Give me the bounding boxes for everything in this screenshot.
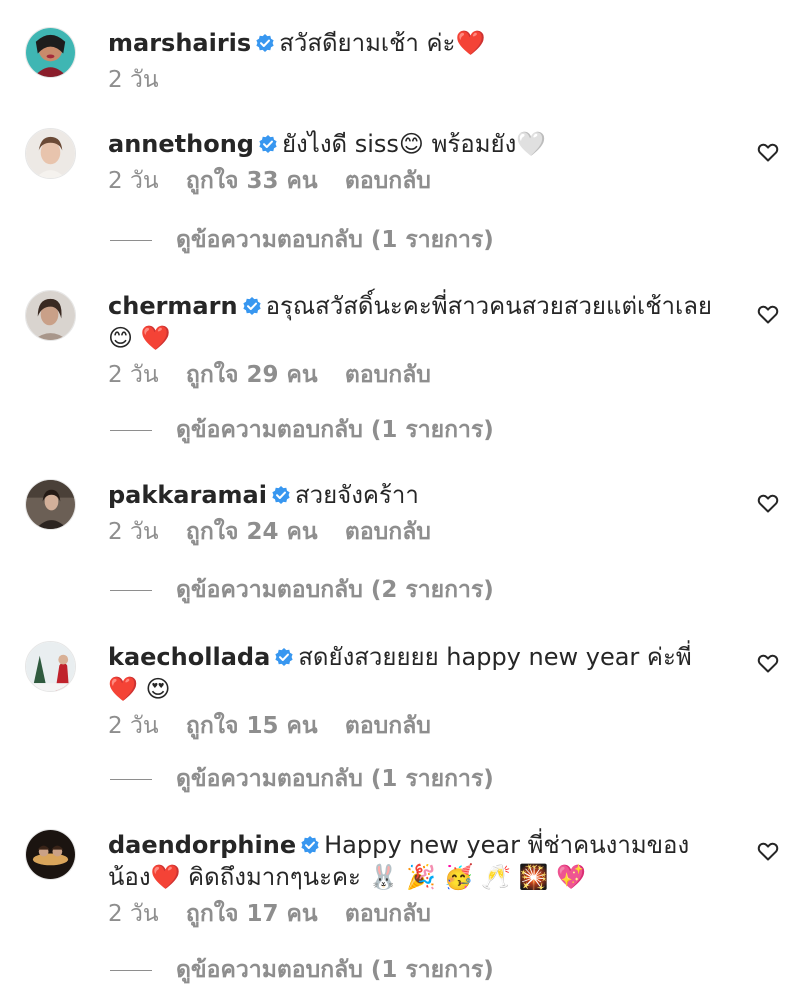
view-replies-label: ดูข้อความตอบกลับ (1 รายการ) xyxy=(176,227,494,253)
view-replies-button[interactable]: ดูข้อความตอบกลับ (1 รายการ) xyxy=(110,225,494,255)
verified-badge-icon xyxy=(300,835,320,855)
likes-count[interactable]: ถูกใจ 33 คน xyxy=(186,168,318,194)
comment-text-line: pakkaramai สวยจังคร้าา xyxy=(108,479,728,511)
comment-body: kaechollada สดยังสวยยยย happy new year ค่… xyxy=(108,641,728,741)
verified-badge-icon xyxy=(274,647,294,667)
heart-outline-icon[interactable] xyxy=(756,302,780,326)
verified-badge-icon xyxy=(271,485,291,505)
avatar[interactable] xyxy=(25,27,76,78)
comment-text-line: annethong ยังไงดี siss😊 พร้อมยัง🤍 xyxy=(108,128,728,160)
comment-meta: 2 วัน ถูกใจ 15 คน ตอบกลับ xyxy=(108,711,728,741)
comment-body: pakkaramai สวยจังคร้าา 2 วัน ถูกใจ 24 คน … xyxy=(108,479,728,547)
comment-text-line: marshairis สวัสดียามเช้า ค่ะ❤️ xyxy=(108,27,728,59)
comment-meta: 2 วัน ถูกใจ 29 คน ตอบกลับ xyxy=(108,360,728,390)
verified-badge-icon xyxy=(258,134,278,154)
username[interactable]: pakkaramai xyxy=(108,481,267,509)
comment-text-line: daendorphine Happy new year พี่ช่าคนงามขอ… xyxy=(108,829,728,893)
avatar[interactable] xyxy=(25,641,76,692)
comment-time[interactable]: 2 วัน xyxy=(108,713,159,739)
username[interactable]: kaechollada xyxy=(108,643,270,671)
heart-outline-icon[interactable] xyxy=(756,491,780,515)
username[interactable]: annethong xyxy=(108,130,254,158)
reply-button[interactable]: ตอบกลับ xyxy=(345,362,431,388)
divider xyxy=(110,430,152,431)
comment-time[interactable]: 2 วัน xyxy=(108,168,159,194)
divider xyxy=(110,779,152,780)
comment-list: marshairis สวัสดียามเช้า ค่ะ❤️ 2 วัน anne… xyxy=(0,0,800,1002)
view-replies-label: ดูข้อความตอบกลับ (1 รายการ) xyxy=(176,766,494,792)
comment-text-line: kaechollada สดยังสวยยยย happy new year ค่… xyxy=(108,641,728,705)
likes-count[interactable]: ถูกใจ 15 คน xyxy=(186,713,318,739)
verified-badge-icon xyxy=(255,33,275,53)
view-replies-label: ดูข้อความตอบกลับ (1 รายการ) xyxy=(176,417,494,443)
heart-outline-icon[interactable] xyxy=(756,839,780,863)
comment-time[interactable]: 2 วัน xyxy=(108,901,159,927)
comment-time[interactable]: 2 วัน xyxy=(108,67,159,93)
comment-meta: 2 วัน ถูกใจ 24 คน ตอบกลับ xyxy=(108,517,728,547)
reply-button[interactable]: ตอบกลับ xyxy=(345,519,431,545)
avatar[interactable] xyxy=(25,290,76,341)
divider xyxy=(110,590,152,591)
username[interactable]: marshairis xyxy=(108,29,251,57)
avatar[interactable] xyxy=(25,829,76,880)
comment-body: chermarn อรุณสวัสดิ์นะคะพี่สาวคนสวยสวยแต่… xyxy=(108,290,728,390)
view-replies-button[interactable]: ดูข้อความตอบกลับ (1 รายการ) xyxy=(110,764,494,794)
view-replies-button[interactable]: ดูข้อความตอบกลับ (1 รายการ) xyxy=(110,415,494,445)
likes-count[interactable]: ถูกใจ 29 คน xyxy=(186,362,318,388)
comment-meta: 2 วัน ถูกใจ 17 คน ตอบกลับ xyxy=(108,899,728,929)
likes-count[interactable]: ถูกใจ 24 คน xyxy=(186,519,318,545)
comment-text: สวัสดียามเช้า ค่ะ❤️ xyxy=(279,29,486,57)
username[interactable]: chermarn xyxy=(108,292,238,320)
avatar[interactable] xyxy=(25,479,76,530)
divider xyxy=(110,970,152,971)
view-replies-button[interactable]: ดูข้อความตอบกลับ (2 รายการ) xyxy=(110,575,494,605)
comment-body: daendorphine Happy new year พี่ช่าคนงามขอ… xyxy=(108,829,728,929)
avatar[interactable] xyxy=(25,128,76,179)
view-replies-label: ดูข้อความตอบกลับ (2 รายการ) xyxy=(176,577,494,603)
comment-meta: 2 วัน ถูกใจ 33 คน ตอบกลับ xyxy=(108,166,728,196)
reply-button[interactable]: ตอบกลับ xyxy=(345,713,431,739)
heart-outline-icon[interactable] xyxy=(756,140,780,164)
view-replies-button[interactable]: ดูข้อความตอบกลับ (1 รายการ) xyxy=(110,955,494,985)
comment-time[interactable]: 2 วัน xyxy=(108,362,159,388)
comment-time[interactable]: 2 วัน xyxy=(108,519,159,545)
likes-count[interactable]: ถูกใจ 17 คน xyxy=(186,901,318,927)
comment-text: สวยจังคร้าา xyxy=(294,481,419,509)
reply-button[interactable]: ตอบกลับ xyxy=(345,901,431,927)
divider xyxy=(110,240,152,241)
comment-body: marshairis สวัสดียามเช้า ค่ะ❤️ 2 วัน xyxy=(108,27,728,95)
comment-text: ยังไงดี siss😊 พร้อมยัง🤍 xyxy=(281,130,547,158)
verified-badge-icon xyxy=(242,296,262,316)
reply-button[interactable]: ตอบกลับ xyxy=(345,168,431,194)
comment-meta: 2 วัน xyxy=(108,65,728,95)
heart-outline-icon[interactable] xyxy=(756,651,780,675)
comment-body: annethong ยังไงดี siss😊 พร้อมยัง🤍 2 วัน ถ… xyxy=(108,128,728,196)
username[interactable]: daendorphine xyxy=(108,831,296,859)
view-replies-label: ดูข้อความตอบกลับ (1 รายการ) xyxy=(176,957,494,983)
comment-text-line: chermarn อรุณสวัสดิ์นะคะพี่สาวคนสวยสวยแต่… xyxy=(108,290,728,354)
